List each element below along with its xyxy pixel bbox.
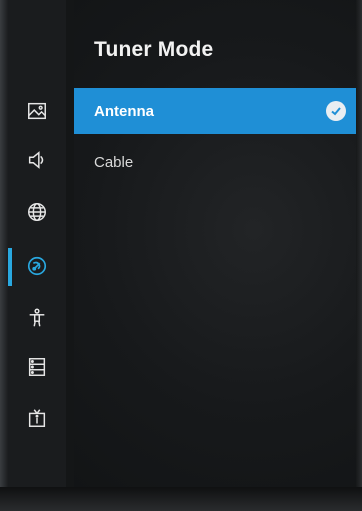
checkmark-icon (326, 101, 346, 121)
page-title: Tuner Mode (94, 38, 214, 61)
sidebar-divider (66, 0, 74, 487)
tv-screen: Tuner Mode Antenna Cable (0, 0, 362, 511)
option-label: Cable (94, 153, 134, 171)
tv-bezel-bottom (0, 487, 362, 511)
accessibility-icon[interactable] (24, 305, 50, 331)
option-antenna[interactable]: Antenna (74, 88, 356, 134)
tv-bezel-right (356, 0, 362, 511)
tuner-mode-panel: Tuner Mode Antenna Cable (74, 0, 356, 487)
active-indicator (8, 248, 12, 286)
sound-icon[interactable] (24, 147, 50, 173)
tv-info-icon[interactable] (24, 405, 50, 431)
tv-bezel-left (0, 0, 8, 511)
network-icon[interactable] (24, 199, 50, 225)
option-cable[interactable]: Cable (74, 139, 356, 185)
system-icon[interactable] (24, 354, 50, 380)
settings-sidebar (8, 0, 66, 487)
channels-icon[interactable] (24, 253, 50, 279)
picture-icon[interactable] (24, 98, 50, 124)
option-label: Antenna (94, 102, 154, 120)
